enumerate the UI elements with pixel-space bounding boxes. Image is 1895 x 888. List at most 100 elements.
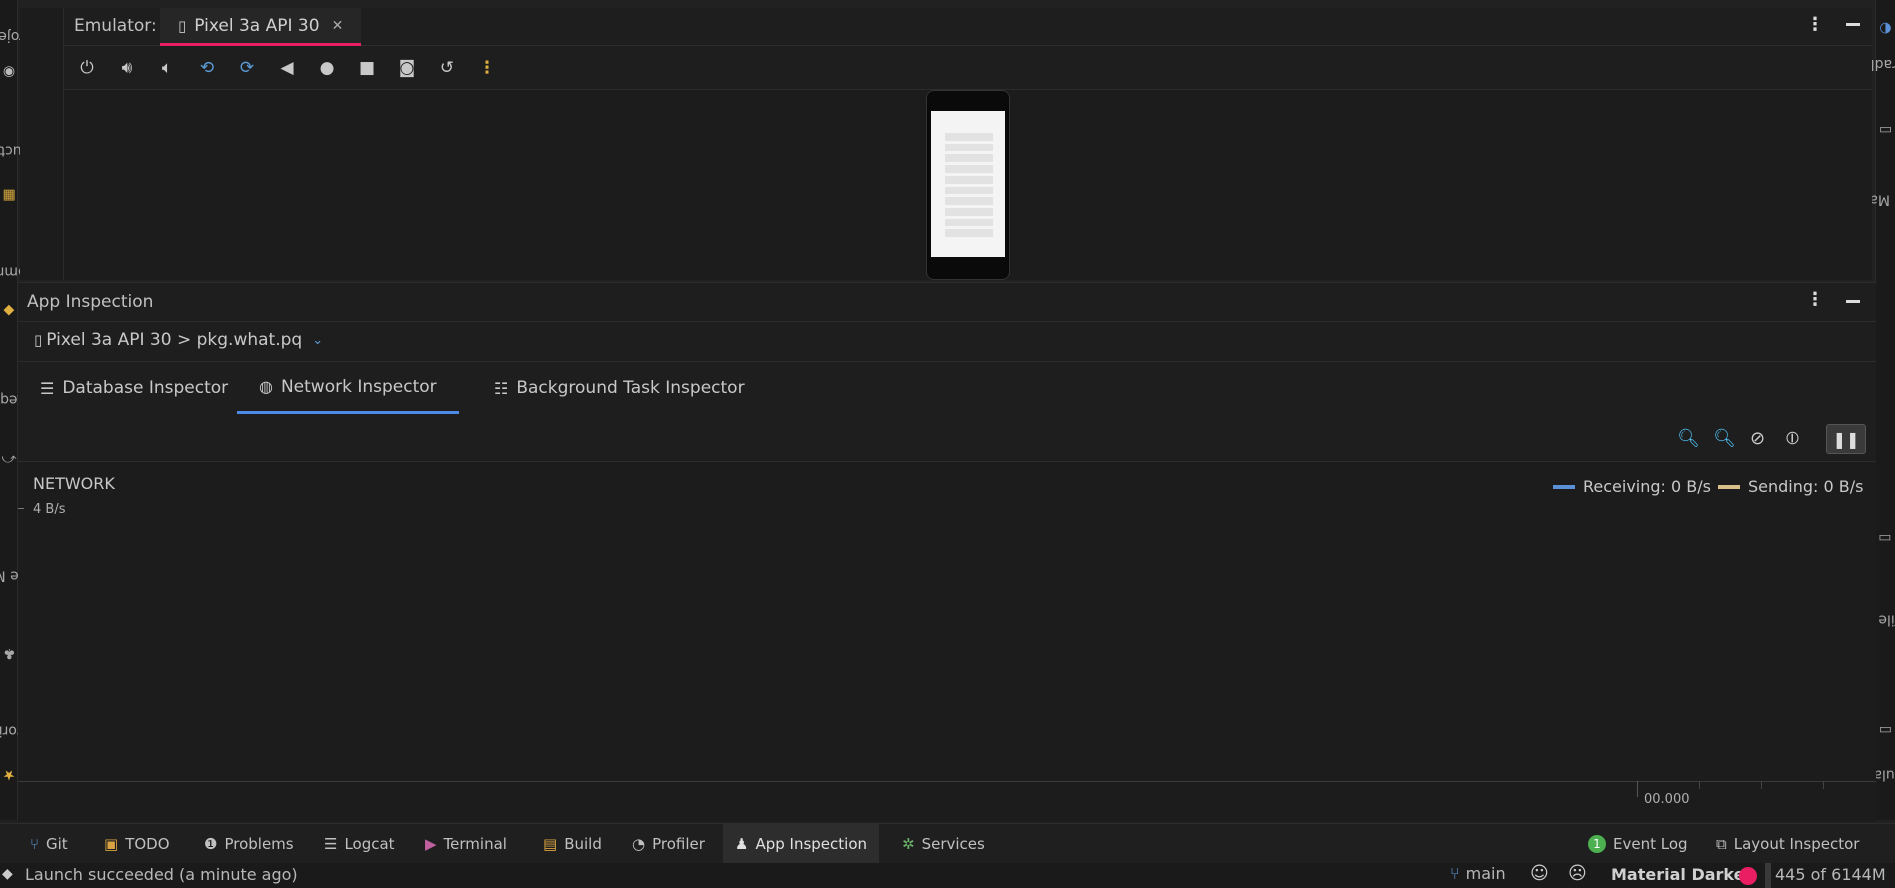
- list-item[interactable]: [945, 143, 993, 152]
- tab-problems[interactable]: ❶ Problems: [192, 824, 306, 864]
- legend-receiving: Receiving: 0 B/s: [1553, 477, 1711, 496]
- feedback-sad-icon[interactable]: ☹: [1568, 863, 1587, 884]
- phone-frame[interactable]: [926, 90, 1010, 280]
- camera-icon[interactable]: ◙: [394, 55, 420, 81]
- sidebar-commit[interactable]: ◆Commit: [0, 235, 37, 325]
- list-item[interactable]: [945, 175, 993, 184]
- tab-logcat[interactable]: ☰ Logcat: [312, 824, 407, 864]
- list-item[interactable]: [945, 154, 993, 163]
- x-axis-tick: [1761, 781, 1762, 789]
- app-inspection-title: App Inspection: [27, 292, 154, 312]
- rotate-left-icon[interactable]: ⟲: [194, 55, 220, 81]
- memory-indicator[interactable]: 445 of 6144M: [1775, 865, 1886, 884]
- snapshot-icon[interactable]: ↺: [434, 55, 460, 81]
- theme-color-dot[interactable]: [1739, 867, 1757, 885]
- emulator-display-area: [64, 90, 1872, 280]
- sending-swatch: [1718, 484, 1740, 489]
- list-icon: ☷: [494, 378, 509, 398]
- sidebar-project[interactable]: ◉Project: [0, 10, 33, 80]
- globe-icon: ◍: [259, 377, 273, 396]
- tab-layout-inspector[interactable]: ⧉ Layout Inspector: [1704, 824, 1871, 864]
- sidebar-pull-requests[interactable]: ⤺Pull Requests: [0, 350, 56, 470]
- x-axis-tick: [1637, 781, 1638, 797]
- network-graph: NETWORK 4 B/s Receiving: 0 B/s Sending: …: [18, 462, 1876, 822]
- back-icon[interactable]: ◀: [274, 55, 300, 81]
- phone-icon: ▯: [34, 331, 43, 349]
- sidebar-favorites[interactable]: ★Favorites: [0, 695, 41, 785]
- zoom-out-icon[interactable]: 🔍︎: [1677, 428, 1700, 449]
- network-tools-row: 🔍︎ 🔍︎ ⊘ ⦶ ❚❚: [18, 420, 1876, 462]
- theme-name[interactable]: Material Darker: [1611, 865, 1752, 884]
- tab-background-task-inspector[interactable]: ☷ Background Task Inspector: [472, 362, 767, 414]
- tab-network-inspector[interactable]: ◍ Network Inspector: [237, 362, 459, 414]
- list-item[interactable]: [945, 218, 993, 227]
- emulator-minimize-icon[interactable]: [1846, 23, 1860, 26]
- emulator-more-options-icon[interactable]: ⋮: [1806, 14, 1824, 35]
- sidebar-device-file-explorer[interactable]: ▭Device File Explorer: [1816, 520, 1895, 700]
- list-item[interactable]: [945, 186, 993, 195]
- build-icon: ▤: [543, 835, 558, 853]
- sidebar-device-manager[interactable]: ▭Device Manager: [1828, 115, 1895, 265]
- tab-database-inspector[interactable]: ☰ Database Inspector: [18, 362, 250, 414]
- status-message[interactable]: Launch succeeded (a minute ago): [25, 865, 298, 884]
- app-inspection-minimize-icon[interactable]: [1846, 300, 1860, 303]
- git-branch-widget[interactable]: ⑂ main: [1450, 864, 1506, 883]
- overview-icon[interactable]: ■: [354, 55, 380, 81]
- list-item[interactable]: [945, 229, 993, 238]
- volume-down-icon[interactable]: 🔈︎: [154, 55, 180, 81]
- tab-profiler[interactable]: ◔ Profiler: [620, 824, 717, 864]
- sidebar-emulator[interactable]: ▭Emulator: [1853, 715, 1895, 815]
- list-item[interactable]: [945, 133, 993, 141]
- list-item[interactable]: [945, 165, 993, 173]
- home-icon[interactable]: ●: [314, 55, 340, 81]
- receiving-swatch: [1553, 484, 1575, 489]
- commit-icon: ◆: [3, 302, 15, 319]
- app-list: [945, 133, 993, 238]
- tab-event-log[interactable]: 1 Event Log: [1576, 824, 1700, 864]
- zoom-in-icon[interactable]: 🔍︎: [1713, 428, 1736, 449]
- emulator-left-gutter: [20, 8, 64, 280]
- y-axis-scale-label: 4 B/s: [33, 502, 66, 517]
- y-axis-tick: [18, 508, 24, 509]
- device-selector[interactable]: ▯ Pixel 3a API 30 > pkg.what.pq ⌄: [34, 330, 323, 350]
- close-icon[interactable]: ✕: [332, 18, 344, 34]
- x-axis: [18, 781, 1876, 782]
- tab-terminal[interactable]: ▶ Terminal: [413, 824, 519, 864]
- power-icon[interactable]: ⏻: [74, 55, 100, 81]
- sidebar-gradle[interactable]: ◐Gradle: [1862, 10, 1895, 100]
- tab-git[interactable]: ⑂ Git: [18, 824, 80, 864]
- zoom-to-selection-icon[interactable]: ⦶: [1786, 428, 1799, 449]
- app-inspection-icon: ♟: [735, 835, 749, 853]
- list-item[interactable]: [945, 207, 993, 216]
- chevron-down-icon: ⌄: [312, 332, 324, 348]
- list-item[interactable]: [945, 197, 993, 205]
- tab-services[interactable]: ✲ Services: [890, 824, 997, 864]
- network-title: NETWORK: [33, 474, 115, 493]
- reset-zoom-icon[interactable]: ⊘: [1750, 428, 1765, 449]
- tab-app-inspection[interactable]: ♟ App Inspection: [723, 824, 880, 864]
- more-icon[interactable]: ⋮: [474, 55, 500, 81]
- x-axis-tick: [1823, 781, 1824, 789]
- git-branch-icon: ⑂: [1450, 864, 1460, 883]
- tab-build[interactable]: ▤ Build: [531, 824, 614, 864]
- memory-bar: [1765, 863, 1771, 888]
- app-inspection-more-icon[interactable]: ⋮: [1806, 289, 1824, 310]
- feedback-happy-icon[interactable]: ☺: [1530, 863, 1549, 884]
- phone-screen[interactable]: [931, 111, 1005, 257]
- sidebar-resource-manager[interactable]: ♣Resource Manager: [0, 505, 74, 665]
- project-icon: ◉: [2, 63, 16, 80]
- services-icon: ✲: [902, 835, 915, 853]
- emulator-device-tab[interactable]: ▯ Pixel 3a API 30 ✕: [160, 8, 362, 46]
- x-axis-tick: [1699, 781, 1700, 789]
- pause-button[interactable]: ❚❚: [1826, 424, 1866, 454]
- database-icon: ☰: [40, 378, 55, 398]
- emulator-icon: ▭: [1878, 722, 1892, 739]
- sidebar-structure[interactable]: ▦Structure: [0, 110, 42, 210]
- volume-up-icon[interactable]: 🔊︎: [114, 55, 140, 81]
- pull-request-icon: ⤺: [1, 451, 17, 468]
- logcat-icon: ☰: [324, 835, 338, 853]
- tab-todo[interactable]: ▣ TODO: [92, 824, 182, 864]
- git-branch-icon: ⑂: [30, 835, 40, 853]
- emulator-toolbar: ⏻ 🔊︎ 🔈︎ ⟲ ⟳ ◀ ● ■ ◙ ↺ ⋮: [64, 46, 1872, 90]
- rotate-right-icon[interactable]: ⟳: [234, 55, 260, 81]
